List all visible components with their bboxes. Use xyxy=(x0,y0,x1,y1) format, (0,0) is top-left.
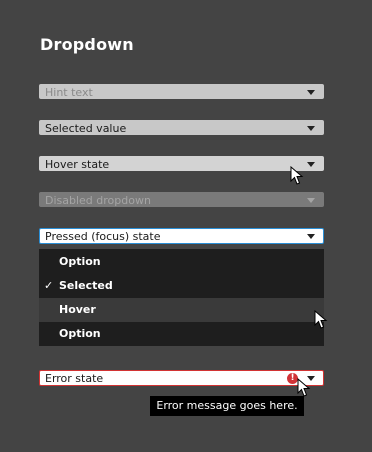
cursor-icon xyxy=(290,166,304,185)
dropdown-disabled: Disabled dropdown xyxy=(39,192,324,207)
cursor-icon xyxy=(297,378,311,397)
dropdown-pressed[interactable]: Pressed (focus) state xyxy=(39,228,324,244)
dropdown-pressed-text: Pressed (focus) state xyxy=(45,230,161,243)
dropdown-error[interactable]: Error state ! xyxy=(39,370,324,386)
menu-option-hover[interactable]: Hover xyxy=(39,298,324,322)
dropdown-selected-text: Selected value xyxy=(45,122,127,135)
chevron-down-icon xyxy=(307,162,315,167)
dropdown-selected[interactable]: Selected value xyxy=(39,120,324,135)
error-tooltip: Error message goes here. xyxy=(150,396,304,416)
menu-option[interactable]: Option xyxy=(39,250,324,274)
check-icon: ✓ xyxy=(44,279,54,292)
dropdown-error-text: Error state xyxy=(45,372,104,385)
menu-option-label: Option xyxy=(59,327,101,340)
dropdown-menu: Option ✓ Selected Hover Option xyxy=(39,249,324,346)
menu-option-label: Hover xyxy=(59,303,96,316)
dropdown-disabled-text: Disabled dropdown xyxy=(45,194,151,207)
dropdown-hint[interactable]: Hint text xyxy=(39,84,324,99)
menu-option-selected[interactable]: ✓ Selected xyxy=(39,274,324,298)
menu-option-label: Option xyxy=(59,255,101,268)
page-title: Dropdown xyxy=(40,35,134,54)
menu-option[interactable]: Option xyxy=(39,322,324,346)
dropdown-hover-text: Hover state xyxy=(45,158,110,171)
chevron-down-icon xyxy=(307,198,315,203)
dropdown-hover[interactable]: Hover state xyxy=(39,156,324,171)
chevron-down-icon xyxy=(307,234,315,239)
dropdown-hint-text: Hint text xyxy=(45,86,93,99)
cursor-icon xyxy=(314,310,328,329)
chevron-down-icon xyxy=(307,90,315,95)
menu-option-label: Selected xyxy=(59,279,113,292)
chevron-down-icon xyxy=(307,126,315,131)
